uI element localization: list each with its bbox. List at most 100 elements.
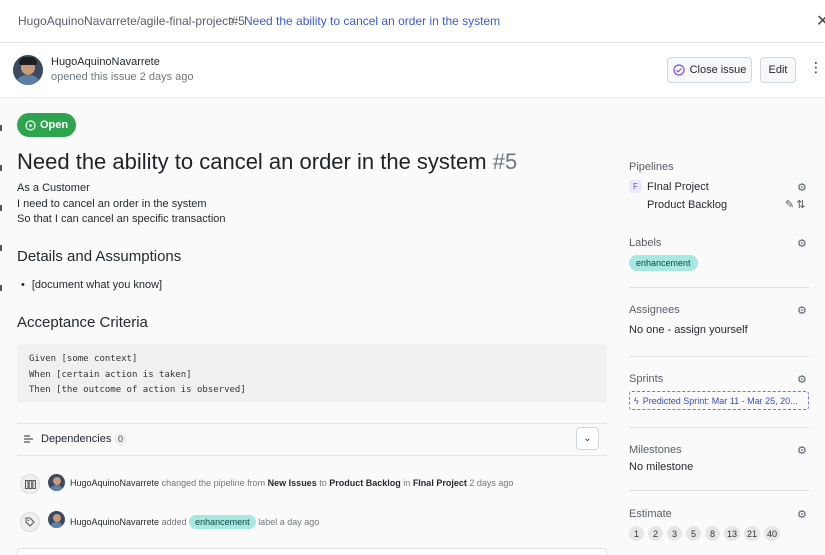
assignees-none: No one - [629, 324, 675, 336]
details-heading: Details and Assumptions [17, 248, 182, 265]
move-icon[interactable]: ⇅ [796, 199, 807, 211]
page-title: Need the ability to cancel an order in t… [17, 149, 517, 175]
code-line: Given [some context] [29, 354, 138, 364]
avatar[interactable] [13, 55, 43, 85]
dependencies-icon [23, 434, 34, 447]
estimate-chip[interactable]: 21 [744, 526, 761, 541]
pipeline-icon [20, 474, 40, 494]
sprint-text: Predicted Sprint: Mar 11 - Mar 25, 20... [642, 395, 798, 406]
pin-icon[interactable]: ✎ [785, 199, 796, 211]
milestones-heading: Milestones [629, 444, 682, 456]
breadcrumb-repo[interactable]: HugoAquinoNavarrete/agile-final-project#… [18, 14, 245, 28]
event-action: changed the pipeline from [161, 478, 266, 488]
gear-icon[interactable]: ⚙ [797, 304, 807, 317]
divider [629, 356, 809, 357]
assignees-value: No one - assign yourself [629, 324, 748, 336]
description-line: So that I can cancel an specific transac… [17, 213, 226, 225]
top-bar: HugoAquinoNavarrete/agile-final-project#… [0, 0, 825, 43]
chevron-down-icon[interactable]: ⌄ [576, 427, 599, 450]
workspace-name[interactable]: FInal Project [647, 181, 709, 193]
estimate-chip[interactable]: 3 [667, 526, 682, 541]
edge-artifact [0, 205, 2, 211]
status-label: Open [39, 119, 69, 131]
dependencies-count: 0 [114, 433, 128, 445]
edge-artifact [0, 245, 2, 251]
gear-icon[interactable]: ⚙ [797, 508, 807, 521]
pipelines-heading: Pipelines [629, 161, 674, 173]
author-name[interactable]: HugoAquinoNavarrete [51, 56, 160, 68]
pipeline-name[interactable]: Product Backlog [647, 199, 727, 211]
avatar[interactable] [48, 511, 65, 528]
kebab-icon[interactable]: ⋮ [809, 60, 823, 74]
gear-icon[interactable]: ⚙ [797, 181, 807, 194]
timeline-event: HugoAquinoNavarrete added enhancement la… [70, 515, 319, 529]
issue-number: #5 [492, 149, 518, 174]
gear-icon[interactable]: ⚙ [797, 237, 807, 250]
breadcrumb-issue-title[interactable]: Need the ability to cancel an order in t… [244, 14, 500, 28]
status-badge: Open [17, 113, 76, 137]
assignees-heading: Assignees [629, 304, 680, 316]
sprint-prediction[interactable]: ϟ Predicted Sprint: Mar 11 - Mar 25, 20.… [629, 391, 809, 410]
label-badge[interactable]: enhancement [629, 255, 698, 271]
gear-icon[interactable]: ⚙ [797, 444, 807, 457]
close-issue-button[interactable]: Close issue [667, 57, 752, 83]
label-badge[interactable]: enhancement [189, 515, 256, 529]
breadcrumb-separator: › [230, 12, 235, 27]
issue-title-text: Need the ability to cancel an order in t… [17, 149, 487, 174]
acceptance-heading: Acceptance Criteria [17, 314, 148, 331]
labels-heading: Labels [629, 237, 662, 249]
divider [629, 490, 809, 491]
description-line: I need to cancel an order in the system [17, 198, 207, 210]
code-line: Then [the outcome of action is observed] [29, 385, 246, 395]
list-item: [document what you know] [21, 279, 162, 291]
opened-time: opened this issue 2 days ago [51, 71, 194, 83]
acceptance-code-block: Given [some context] When [certain actio… [17, 344, 607, 402]
estimate-chip[interactable]: 13 [724, 526, 741, 541]
estimate-options: 1 2 3 5 8 13 21 40 [629, 526, 781, 541]
open-circle-icon [25, 119, 36, 131]
event-from-pipeline: New Issues [267, 478, 317, 488]
close-issue-label: Close issue [689, 64, 747, 76]
edit-label: Edit [768, 64, 788, 76]
code-line: When [certain action is taken] [29, 369, 192, 380]
edit-button[interactable]: Edit [760, 57, 796, 83]
event-workspace: FInal Project [412, 478, 467, 488]
dependencies-label: Dependencies [41, 433, 112, 445]
comment-box[interactable] [17, 548, 607, 555]
estimate-chip[interactable]: 5 [686, 526, 701, 541]
check-circle-icon [672, 64, 685, 76]
event-user[interactable]: HugoAquinoNavarrete [70, 478, 159, 488]
avatar[interactable] [48, 474, 65, 491]
event-suffix: label a day ago [258, 517, 320, 527]
gear-icon[interactable]: ⚙ [797, 373, 807, 386]
estimate-chip[interactable]: 2 [648, 526, 663, 541]
timeline-event: HugoAquinoNavarrete changed the pipeline… [70, 478, 513, 488]
event-action: added [161, 517, 187, 527]
assign-yourself-link[interactable]: assign yourself [674, 324, 747, 336]
event-to-word: to [319, 478, 327, 488]
edge-artifact [0, 125, 2, 131]
event-time: 2 days ago [469, 478, 514, 488]
description-line: As a Customer [17, 182, 90, 194]
pipeline-actions: ✎⇅ [785, 198, 807, 211]
sprints-heading: Sprints [629, 373, 664, 385]
workspace-initial: F [629, 180, 642, 193]
edge-artifact [0, 165, 2, 171]
edge-artifact [0, 285, 2, 291]
estimate-heading: Estimate [629, 508, 672, 520]
milestone-value: No milestone [629, 461, 694, 473]
divider [17, 455, 607, 456]
divider [629, 427, 809, 428]
estimate-chip[interactable]: 1 [629, 526, 644, 541]
tag-icon [20, 512, 40, 532]
issue-header: HugoAquinoNavarrete opened this issue 2 … [0, 43, 825, 98]
estimate-chip[interactable]: 8 [705, 526, 720, 541]
estimate-chip[interactable]: 40 [764, 526, 781, 541]
event-user[interactable]: HugoAquinoNavarrete [70, 517, 159, 527]
event-to-pipeline: Product Backlog [329, 478, 401, 488]
divider [629, 287, 809, 288]
event-in-word: in [403, 478, 411, 488]
dependencies-panel[interactable]: Dependencies 0 ⌄ [17, 423, 607, 455]
lightning-icon: ϟ [634, 395, 639, 406]
close-icon[interactable]: ✕ [816, 11, 825, 31]
